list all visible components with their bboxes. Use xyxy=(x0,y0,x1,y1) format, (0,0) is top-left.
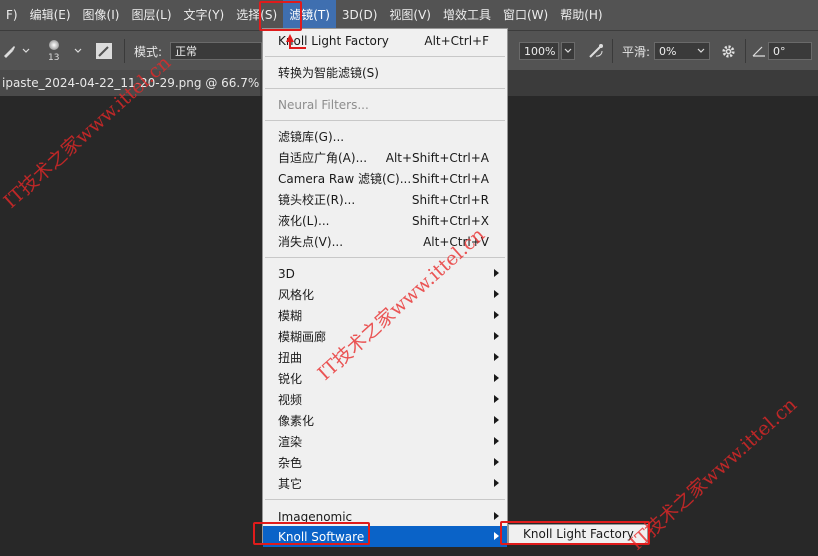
chevron-down-icon[interactable] xyxy=(697,48,705,54)
menu-separator xyxy=(265,120,505,121)
separator xyxy=(612,39,613,63)
brush-tip-icon xyxy=(48,39,59,50)
flow-value: 100% xyxy=(524,44,556,58)
menu-item-convert-smart-filters[interactable]: 转换为智能滤镜(S) xyxy=(263,62,507,83)
menu-help[interactable]: 帮助(H) xyxy=(554,0,608,30)
menu-item-label: 模糊 xyxy=(278,309,303,323)
menu-item-label: 渲染 xyxy=(278,435,303,449)
menu-item-filter-gallery[interactable]: 滤镜库(G)... xyxy=(263,126,507,147)
menu-item-adaptive-wide-angle[interactable]: 自适应广角(A)... Alt+Shift+Ctrl+A xyxy=(263,147,507,168)
menu-item-shortcut: Shift+Ctrl+R xyxy=(411,192,489,207)
brush-preset-picker[interactable]: 13 xyxy=(48,31,59,71)
angle-icon xyxy=(752,31,766,71)
menu-item-label: 扭曲 xyxy=(278,351,303,365)
menu-item-lens-correction[interactable]: 镜头校正(R)... Shift+Ctrl+R xyxy=(263,189,507,210)
menu-item-sharpen[interactable]: 锐化 xyxy=(263,368,507,389)
menu-item-camera-raw[interactable]: Camera Raw 滤镜(C)... Shift+Ctrl+A xyxy=(263,168,507,189)
menu-edit[interactable]: 编辑(E) xyxy=(24,0,77,30)
submenu-arrow-icon xyxy=(494,374,499,382)
menu-item-shortcut: Alt+Ctrl+F xyxy=(424,33,489,48)
submenu-arrow-icon xyxy=(494,479,499,487)
menu-item-render[interactable]: 渲染 xyxy=(263,431,507,452)
chevron-down-icon[interactable] xyxy=(22,31,30,71)
menu-item-label: 锐化 xyxy=(278,372,303,386)
menu-file[interactable]: F) xyxy=(0,0,24,30)
smoothing-label: 平滑: xyxy=(622,44,651,59)
smoothing-value: 0% xyxy=(659,44,677,58)
menu-item-shortcut: Shift+Ctrl+A xyxy=(412,171,489,186)
menu-item-label: 镜头校正(R)... xyxy=(278,193,356,207)
menu-item-3d[interactable]: 3D xyxy=(263,263,507,284)
menu-item-label: 视频 xyxy=(278,393,303,407)
menu-separator xyxy=(265,499,505,500)
submenu-arrow-icon xyxy=(494,290,499,298)
flow-field[interactable]: 100% xyxy=(519,42,559,60)
brush-settings-panel-icon[interactable] xyxy=(96,31,112,71)
submenu-arrow-icon xyxy=(494,332,499,340)
submenu-arrow-icon xyxy=(494,416,499,424)
menu-item-label: 自适应广角(A)... xyxy=(278,151,368,165)
brush-tool-icon[interactable] xyxy=(2,31,16,71)
menu-item-video[interactable]: 视频 xyxy=(263,389,507,410)
submenu-arrow-icon xyxy=(494,512,499,520)
menu-plugins[interactable]: 增效工具 xyxy=(437,0,497,30)
menu-item-distort[interactable]: 扭曲 xyxy=(263,347,507,368)
menu-item-shortcut: Shift+Ctrl+X xyxy=(412,213,489,228)
menu-layer[interactable]: 图层(L) xyxy=(125,0,177,30)
menu-item-label: 滤镜库(G)... xyxy=(278,130,345,144)
menu-item-label: 转换为智能滤镜(S) xyxy=(278,66,379,80)
menu-image[interactable]: 图像(I) xyxy=(77,0,126,30)
submenu-arrow-icon xyxy=(494,437,499,445)
menu-item-shortcut: Alt+Shift+Ctrl+A xyxy=(385,150,489,165)
menu-item-label: 3D xyxy=(278,266,295,281)
chevron-down-icon[interactable] xyxy=(561,31,575,71)
submenu-arrow-icon xyxy=(494,269,499,277)
chevron-down-icon[interactable] xyxy=(74,31,82,71)
menu-item-label: 杂色 xyxy=(278,456,303,470)
menu-item-pixelate[interactable]: 像素化 xyxy=(263,410,507,431)
submenu-arrow-icon xyxy=(494,395,499,403)
menu-type[interactable]: 文字(Y) xyxy=(178,0,231,30)
angle-field[interactable]: 0° xyxy=(768,42,812,60)
menu-item-label: 液化(L)... xyxy=(278,214,330,228)
smoothing-field[interactable]: 0% xyxy=(654,42,710,60)
menu-bar: F) 编辑(E) 图像(I) 图层(L) 文字(Y) 选择(S) 滤镜(T) 3… xyxy=(0,0,818,30)
angle-input[interactable]: 0° xyxy=(768,31,812,71)
submenu-arrow-icon xyxy=(494,532,499,540)
annotation-arrow-icon xyxy=(286,34,306,49)
gear-icon[interactable] xyxy=(721,31,736,71)
menu-item-label: Camera Raw 滤镜(C)... xyxy=(278,172,412,186)
mode-select[interactable]: 正常 xyxy=(170,31,262,71)
menu-window[interactable]: 窗口(W) xyxy=(497,0,554,30)
menu-item-label: 消失点(V)... xyxy=(278,235,344,249)
separator xyxy=(124,39,125,63)
submenu-arrow-icon xyxy=(494,311,499,319)
mode-value: 正常 xyxy=(175,45,197,58)
menu-item-neural-filters: Neural Filters... xyxy=(263,94,507,115)
menu-item-label: 模糊画廊 xyxy=(278,330,327,344)
angle-value: 0° xyxy=(773,44,786,58)
menu-item-noise[interactable]: 杂色 xyxy=(263,452,507,473)
menu-3d[interactable]: 3D(D) xyxy=(336,0,383,30)
menu-item-label: 风格化 xyxy=(278,288,315,302)
flow-input[interactable]: 100% xyxy=(519,31,559,71)
mode-select-field[interactable]: 正常 xyxy=(170,42,262,60)
separator xyxy=(745,39,746,63)
menu-item-other[interactable]: 其它 xyxy=(263,473,507,494)
menu-separator xyxy=(265,56,505,57)
annotation-highlight-knoll-software xyxy=(253,522,370,545)
brush-size: 13 xyxy=(48,52,60,63)
submenu-arrow-icon xyxy=(494,458,499,466)
menu-item-label: 其它 xyxy=(278,477,303,491)
menu-separator xyxy=(265,88,505,89)
filter-menu: Knoll Light Factory Alt+Ctrl+F 转换为智能滤镜(S… xyxy=(262,28,508,547)
smoothing-input[interactable]: 0% xyxy=(654,31,710,71)
airbrush-icon[interactable] xyxy=(588,31,606,71)
annotation-highlight-filter-menu xyxy=(259,1,302,31)
submenu-arrow-icon xyxy=(494,353,499,361)
menu-item-label: 像素化 xyxy=(278,414,315,428)
menu-view[interactable]: 视图(V) xyxy=(383,0,437,30)
menu-item-label: Neural Filters... xyxy=(278,97,369,112)
